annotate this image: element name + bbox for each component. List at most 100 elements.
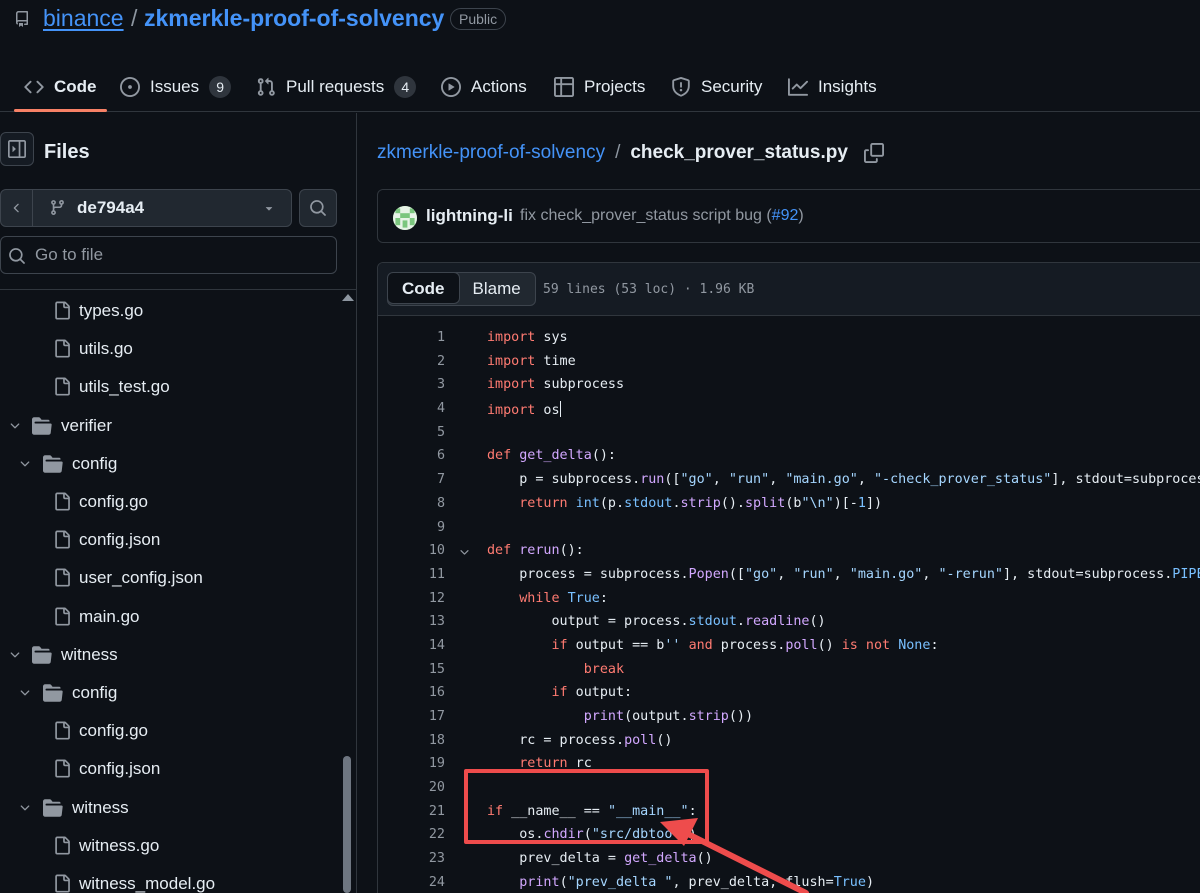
tab-code[interactable]: Code [14,62,106,112]
chevron-down-icon[interactable] [8,419,22,433]
chevron-down-icon[interactable] [18,686,32,700]
line-number[interactable]: 13 [378,614,445,629]
line-number[interactable]: 4 [378,401,445,416]
code-line[interactable]: 19 return rc [378,753,1200,777]
tab-issues[interactable]: Issues 9 [120,62,232,111]
code-line[interactable]: 23 prev_delta = get_delta() [378,848,1200,872]
tree-file[interactable]: config.go [0,712,337,750]
tree-folder[interactable]: config [0,674,337,712]
code-line[interactable]: 21 if __name__ == "__main__": [378,801,1200,825]
line-number[interactable]: 17 [378,709,445,724]
tree-file[interactable]: types.go [0,292,337,330]
code-line[interactable]: 7 p = subprocess.run(["go", "run", "main… [378,469,1200,493]
tree-folder[interactable]: witness [0,789,337,827]
line-number[interactable]: 23 [378,851,445,866]
tree-file[interactable]: user_config.json [0,559,337,597]
code-line[interactable]: 15 break [378,659,1200,683]
line-number[interactable]: 16 [378,685,445,700]
fold-chevron-icon[interactable] [458,546,471,559]
line-number[interactable]: 24 [378,875,445,890]
line-number[interactable]: 20 [378,780,445,795]
avatar[interactable] [393,206,417,230]
tab-pull-requests[interactable]: Pull requests 4 [256,62,417,111]
commit-pr-link[interactable]: #92 [772,207,799,224]
tree-file[interactable]: config.json [0,750,337,788]
copy-path-button[interactable] [863,143,884,163]
code-line[interactable]: 4 import os [378,398,1200,422]
code-line[interactable]: 1 import sys [378,327,1200,351]
tree-file[interactable]: utils_test.go [0,368,337,406]
breadcrumb-repo-link[interactable]: zkmerkle-proof-of-solvency [377,142,605,164]
code-line[interactable]: 5 [378,422,1200,446]
repo-owner-link[interactable]: binance [43,5,124,32]
code-line[interactable]: 10 def rerun(): [378,540,1200,564]
tree-item-label: config.go [79,492,148,511]
line-number[interactable]: 19 [378,756,445,771]
tab-actions[interactable]: Actions [441,62,527,111]
line-number[interactable]: 7 [378,472,445,487]
commit-author-link[interactable]: lightning-li [426,206,513,226]
chevron-down-icon[interactable] [18,801,32,815]
tree-folder[interactable]: witness [0,636,337,674]
code-line[interactable]: 17 print(output.strip()) [378,706,1200,730]
search-files-button[interactable] [299,189,337,227]
line-number[interactable]: 18 [378,733,445,748]
line-number[interactable]: 11 [378,567,445,582]
line-number[interactable]: 10 [378,543,445,558]
tree-file[interactable]: utils.go [0,330,337,368]
scroll-up-arrow-icon[interactable] [342,294,354,301]
line-number[interactable]: 1 [378,330,445,345]
tab-projects[interactable]: Projects [554,62,645,111]
code-line[interactable]: 11 process = subprocess.Popen(["go", "ru… [378,564,1200,588]
code-line[interactable]: 20 [378,777,1200,801]
tree-item-label: witness [61,644,118,664]
branch-back-button[interactable] [1,190,33,226]
code-listing[interactable]: 1 import sys 2 import time 3 import subproces… [378,327,1200,893]
code-line[interactable]: 24 print("prev_delta ", prev_delta, flus… [378,872,1200,893]
collapse-sidebar-button[interactable] [0,132,34,166]
code-line[interactable]: 6 def get_delta(): [378,445,1200,469]
tree-file[interactable]: witness_model.go [0,865,337,893]
line-number[interactable]: 6 [378,448,445,463]
go-to-file-input[interactable] [35,244,325,266]
line-number[interactable]: 3 [378,377,445,392]
code-line[interactable]: 13 output = process.stdout.readline() [378,611,1200,635]
tree-file[interactable]: config.go [0,483,337,521]
tree-file[interactable]: main.go [0,598,337,636]
commit-message[interactable]: fix check_prover_status script bug (#92) [520,207,804,225]
tree-folder[interactable]: config [0,445,337,483]
line-number[interactable]: 15 [378,662,445,677]
line-number[interactable]: 22 [378,827,445,842]
code-line[interactable]: 12 while True: [378,588,1200,612]
line-number[interactable]: 14 [378,638,445,653]
branch-selector[interactable]: de794a4 [0,189,292,227]
chevron-down-icon[interactable] [18,457,32,471]
line-number[interactable]: 21 [378,804,445,819]
tab-security[interactable]: Security [671,62,762,111]
go-to-file-box[interactable] [0,236,337,274]
code-line[interactable]: 16 if output: [378,682,1200,706]
line-number[interactable]: 2 [378,354,445,369]
line-number[interactable]: 5 [378,425,445,440]
scrollbar-thumb[interactable] [343,756,351,893]
tree-file[interactable]: config.json [0,521,337,559]
code-line[interactable]: 9 [378,517,1200,541]
tab-insights[interactable]: Insights [788,62,877,111]
code-line[interactable]: 8 return int(p.stdout.strip().split(b"\n… [378,493,1200,517]
code-line[interactable]: 18 rc = process.poll() [378,730,1200,754]
code-line[interactable]: 14 if output == b'' and process.poll() i… [378,635,1200,659]
chevron-down-icon[interactable] [8,648,22,662]
tree-file[interactable]: witness.go [0,827,337,865]
line-number[interactable]: 12 [378,591,445,606]
code-line[interactable]: 3 import subprocess [378,374,1200,398]
code-view-button[interactable]: Code [387,273,460,304]
code-line[interactable]: 2 import time [378,351,1200,375]
file-tree-scrollbar[interactable] [339,290,355,893]
line-number[interactable]: 9 [378,520,445,535]
repo-name-link[interactable]: zkmerkle-proof-of-solvency [144,5,444,32]
blame-view-button[interactable]: Blame [459,273,535,305]
tree-folder[interactable]: verifier [0,407,337,445]
line-number[interactable]: 8 [378,496,445,511]
code-line[interactable]: 22 os.chdir("src/dbtool") [378,824,1200,848]
code-text: import time [487,353,576,369]
